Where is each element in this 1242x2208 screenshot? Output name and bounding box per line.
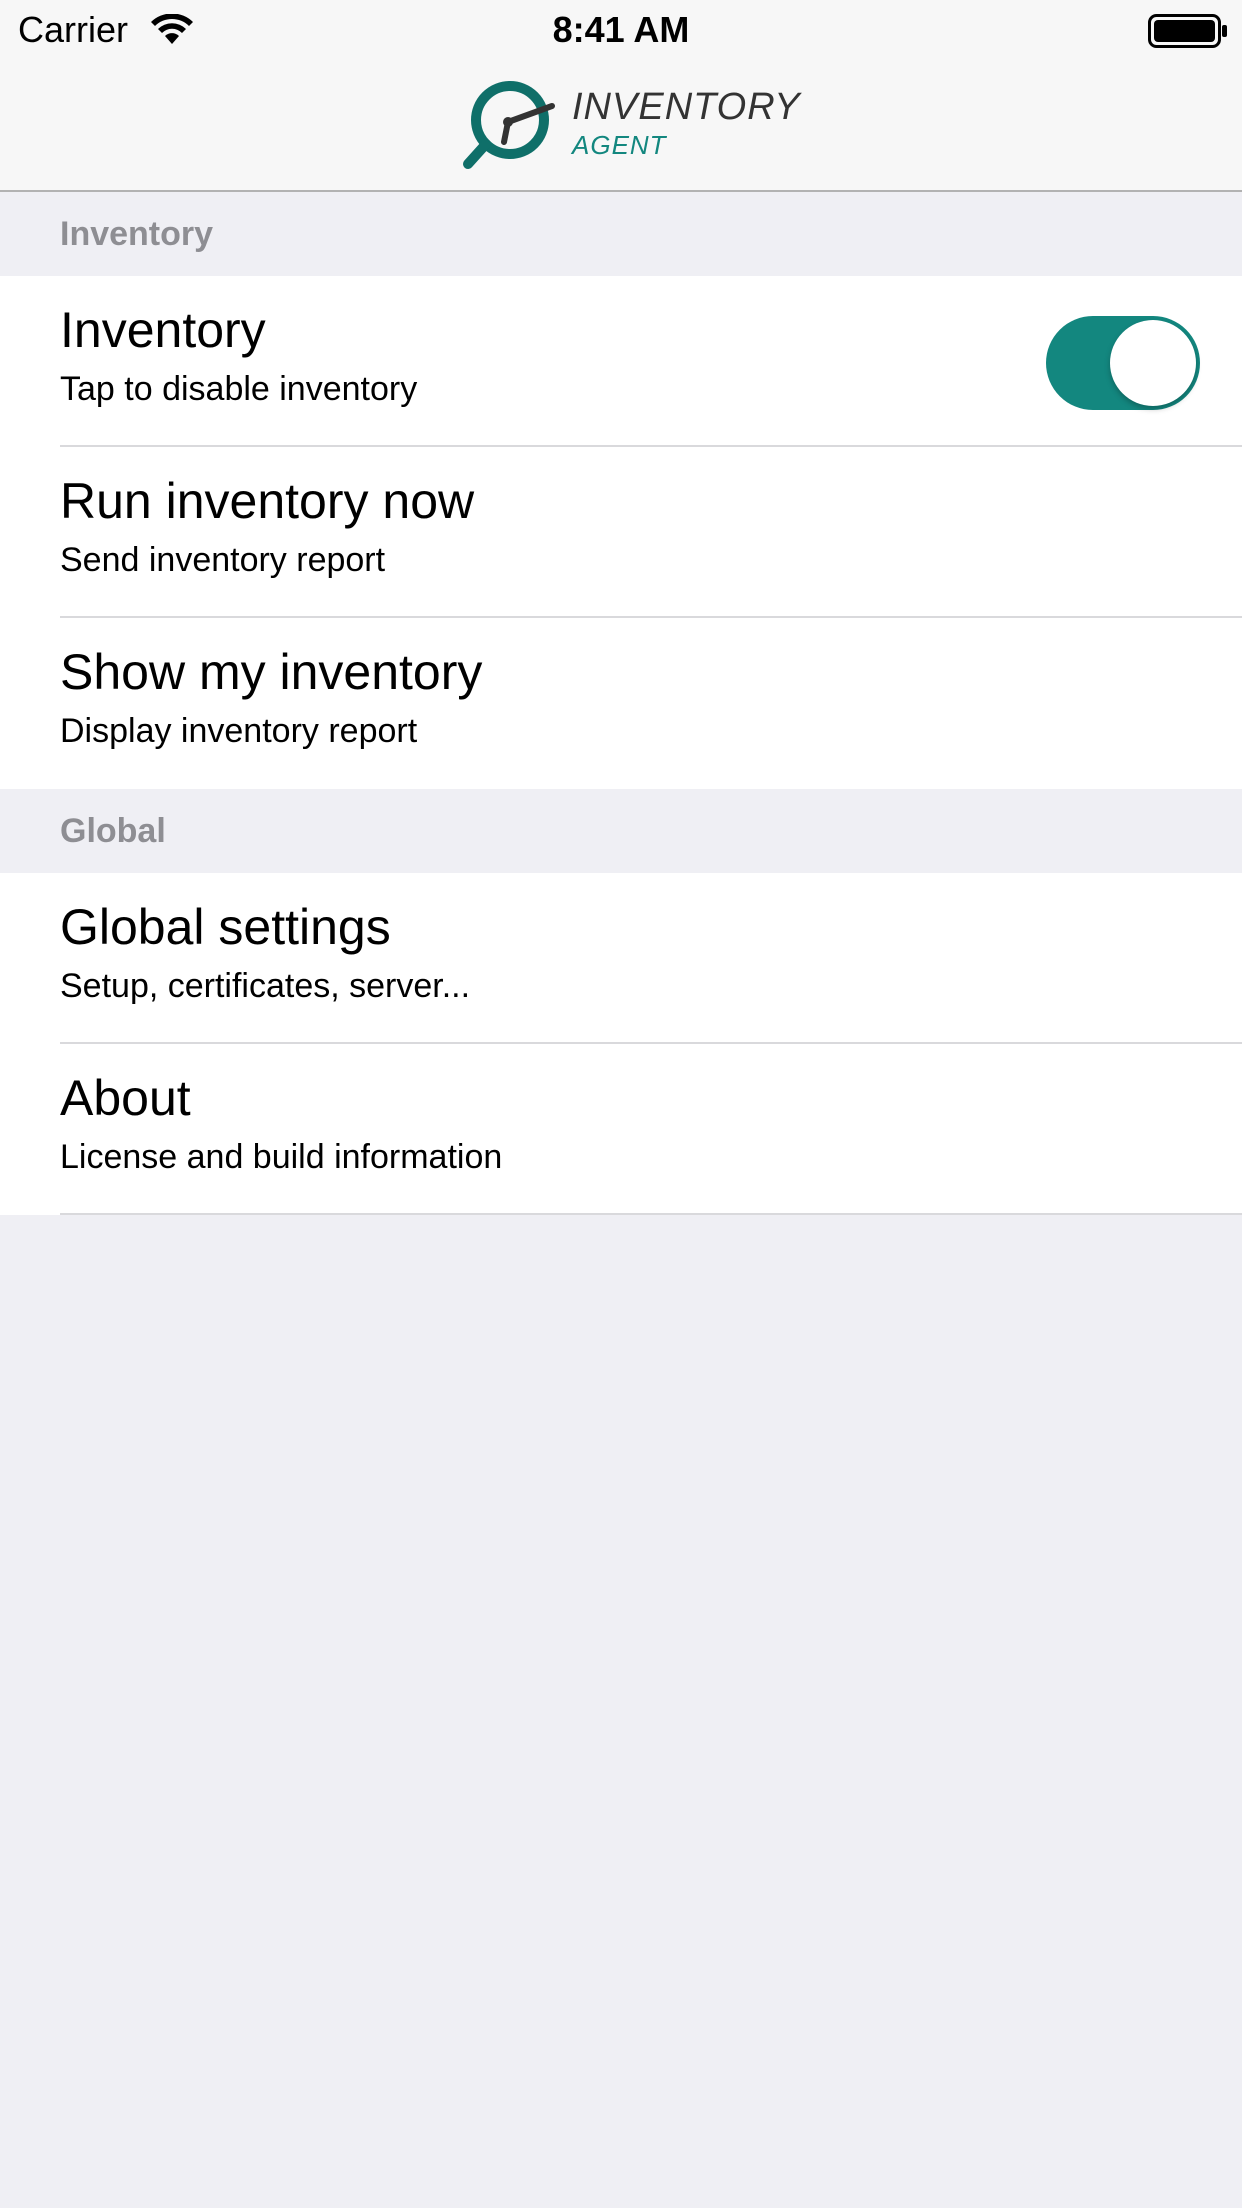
app-logo: INVENTORY AGENT (462, 80, 800, 172)
row-subtitle: Setup, certificates, server... (60, 967, 471, 1005)
row-title: Inventory (60, 302, 266, 358)
status-bar: Carrier 8:41 AM (0, 0, 1242, 60)
row-title: Run inventory now (60, 473, 475, 529)
row-run-inventory-now[interactable]: Run inventory now Send inventory report (0, 447, 1242, 618)
toggle-knob (1110, 320, 1196, 406)
row-subtitle: Send inventory report (60, 541, 386, 579)
row-inventory-toggle[interactable]: Inventory Tap to disable inventory (0, 276, 1242, 447)
row-subtitle: License and build information (60, 1138, 503, 1176)
row-subtitle: Display inventory report (60, 712, 418, 750)
section-header-inventory: Inventory (0, 192, 1242, 276)
navigation-header: Carrier 8:41 AM INVENTORY AGENT (0, 0, 1242, 192)
row-title: Global settings (60, 899, 391, 955)
section-header-label: Inventory (60, 215, 214, 253)
row-subtitle: Tap to disable inventory (60, 370, 418, 408)
inventory-toggle-switch[interactable] (1046, 316, 1200, 410)
row-divider (60, 1213, 1242, 1215)
row-about[interactable]: About License and build information (0, 1044, 1242, 1215)
clock: 8:41 AM (552, 9, 690, 50)
row-title: About (60, 1070, 191, 1126)
row-global-settings[interactable]: Global settings Setup, certificates, ser… (0, 873, 1242, 1044)
logo-subtitle: AGENT (572, 130, 667, 160)
logo-title: INVENTORY (572, 86, 801, 128)
battery-icon (1148, 14, 1227, 48)
row-title: Show my inventory (60, 644, 483, 700)
section-header-global: Global (0, 789, 1242, 873)
magnifier-clock-icon (463, 81, 555, 169)
row-show-my-inventory[interactable]: Show my inventory Display inventory repo… (0, 618, 1242, 789)
section-header-label: Global (60, 812, 166, 850)
